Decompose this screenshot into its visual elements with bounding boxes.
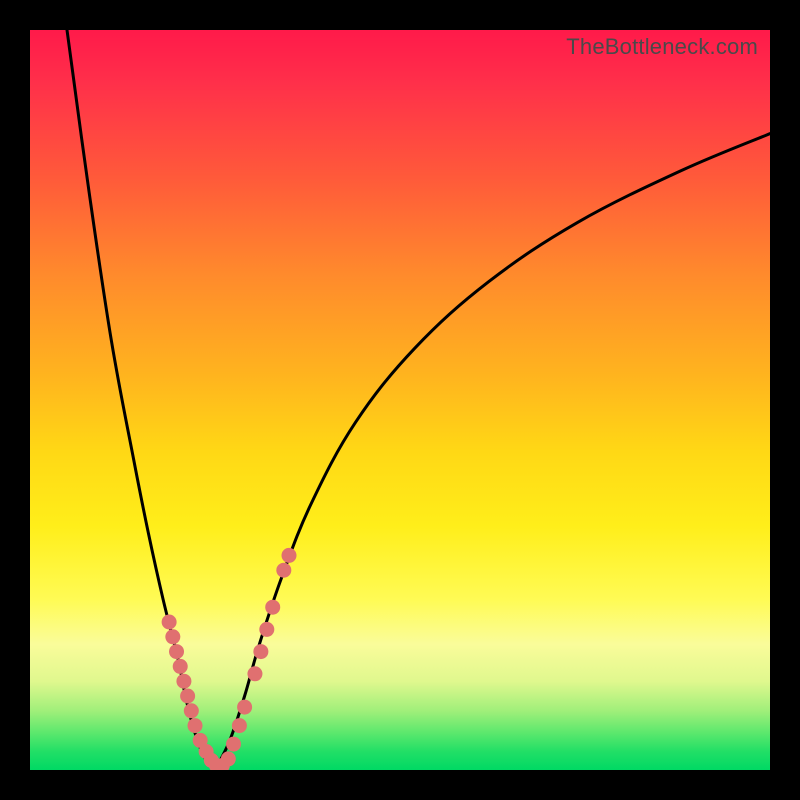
data-marker: [221, 751, 236, 766]
data-marker: [276, 563, 291, 578]
data-marker: [265, 600, 280, 615]
data-marker: [247, 666, 262, 681]
chart-svg: [30, 30, 770, 770]
data-marker: [188, 718, 203, 733]
data-marker: [169, 644, 184, 659]
data-marker: [226, 737, 241, 752]
data-marker: [259, 622, 274, 637]
data-marker: [282, 548, 297, 563]
data-marker: [180, 689, 195, 704]
curve-left-curve: [67, 30, 215, 770]
chart-frame: TheBottleneck.com: [0, 0, 800, 800]
data-marker: [237, 700, 252, 715]
data-marker: [176, 674, 191, 689]
data-marker: [165, 629, 180, 644]
data-marker: [232, 718, 247, 733]
data-marker: [184, 703, 199, 718]
curve-layer: [67, 30, 770, 770]
curve-right-curve: [215, 134, 770, 770]
marker-layer: [162, 548, 297, 770]
data-marker: [162, 615, 177, 630]
data-marker: [253, 644, 268, 659]
plot-area: TheBottleneck.com: [30, 30, 770, 770]
data-marker: [173, 659, 188, 674]
